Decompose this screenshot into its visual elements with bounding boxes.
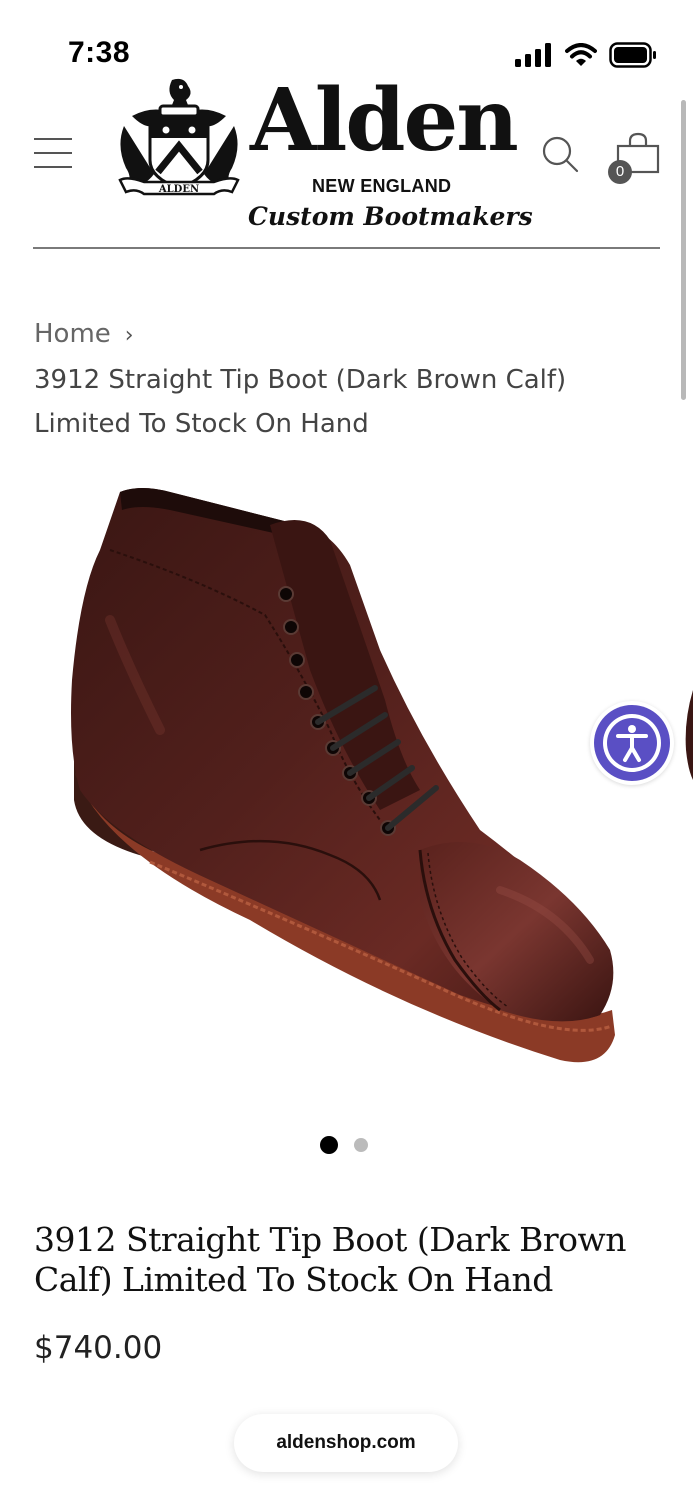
status-time: 7:38 — [68, 36, 131, 69]
breadcrumb-separator: › — [124, 323, 134, 348]
battery-icon — [609, 42, 656, 68]
search-icon — [542, 136, 579, 173]
menu-button[interactable] — [34, 138, 72, 174]
header-divider — [33, 247, 660, 249]
next-slide-peek — [685, 690, 693, 780]
accessibility-icon — [594, 705, 670, 781]
crest-ribbon-text: ALDEN — [158, 184, 199, 195]
gallery-dot-1[interactable] — [320, 1136, 338, 1154]
browser-url-bar[interactable]: aldenshop.com — [234, 1414, 458, 1472]
gallery-dot-2[interactable] — [354, 1138, 368, 1152]
breadcrumb: Home › 3912 Straight Tip Boot (Dark Brown… — [34, 312, 654, 446]
cart-button[interactable]: 0 — [608, 132, 664, 184]
product-title: 3912 Straight Tip Boot (Dark Brown Calf)… — [34, 1220, 627, 1299]
brand-region: NEW ENGLAND — [312, 176, 452, 196]
wifi-icon — [565, 43, 597, 66]
brand-wordmark: Alden — [250, 70, 519, 171]
cart-count-badge: 0 — [608, 160, 632, 184]
gallery-pagination — [320, 1136, 368, 1154]
breadcrumb-home-link[interactable]: Home — [34, 319, 111, 349]
status-icons — [515, 40, 657, 70]
page-scrollbar[interactable] — [681, 100, 686, 400]
accessibility-button[interactable] — [590, 701, 674, 785]
search-button[interactable] — [540, 134, 580, 174]
crest-icon: ALDEN — [118, 78, 240, 196]
menu-icon — [34, 138, 72, 140]
brand-tagline: Custom Bootmakers — [248, 202, 533, 231]
breadcrumb-current: 3912 Straight Tip Boot (Dark Brown Calf)… — [34, 365, 567, 439]
signal-icon — [515, 43, 551, 67]
product-price: $740.00 — [34, 1330, 163, 1366]
